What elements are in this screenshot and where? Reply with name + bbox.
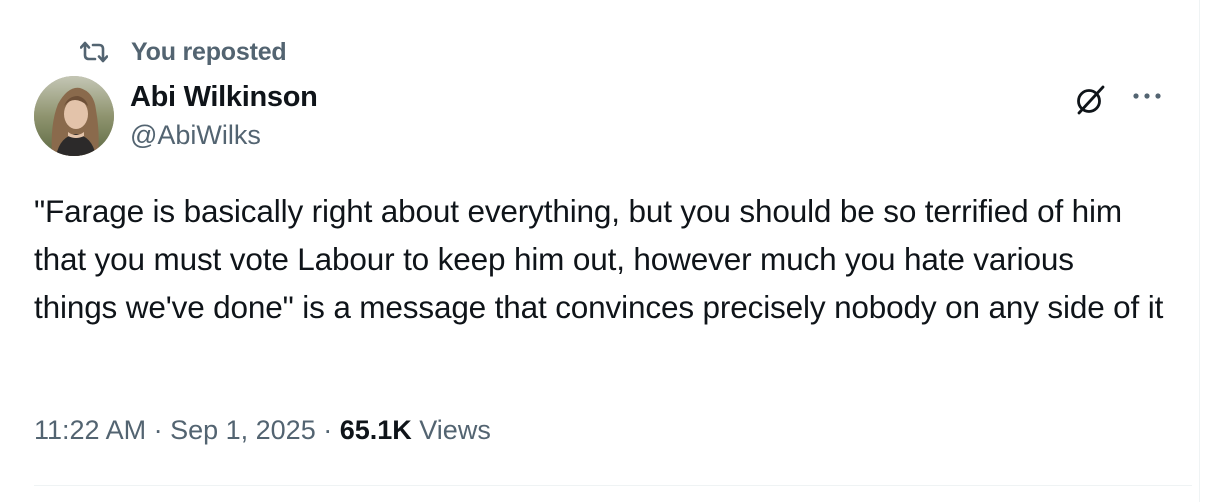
author-handle[interactable]: @AbiWilks — [130, 118, 261, 152]
timeline-border — [1199, 0, 1200, 502]
author-display-name[interactable]: Abi Wilkinson — [130, 80, 318, 114]
views-count: 65.1K — [339, 415, 412, 445]
avatar[interactable] — [34, 76, 114, 156]
tweet-time[interactable]: 11:22 AM — [34, 415, 146, 445]
meta-separator: · — [315, 415, 340, 445]
repost-context[interactable]: You reposted — [80, 37, 287, 67]
tweet-date[interactable]: Sep 1, 2025 — [170, 415, 316, 445]
meta-separator: · — [146, 415, 171, 445]
views-label: Views — [411, 415, 491, 445]
repost-icon — [80, 38, 108, 66]
more-icon[interactable] — [1130, 84, 1164, 108]
divider — [34, 485, 1192, 486]
grok-icon[interactable] — [1072, 82, 1108, 118]
tweet-meta: 11:22 AM · Sep 1, 2025 · 65.1K Views — [34, 410, 491, 450]
repost-label: You reposted — [131, 37, 287, 66]
tweet-text: "Farage is basically right about everyth… — [34, 193, 1164, 325]
